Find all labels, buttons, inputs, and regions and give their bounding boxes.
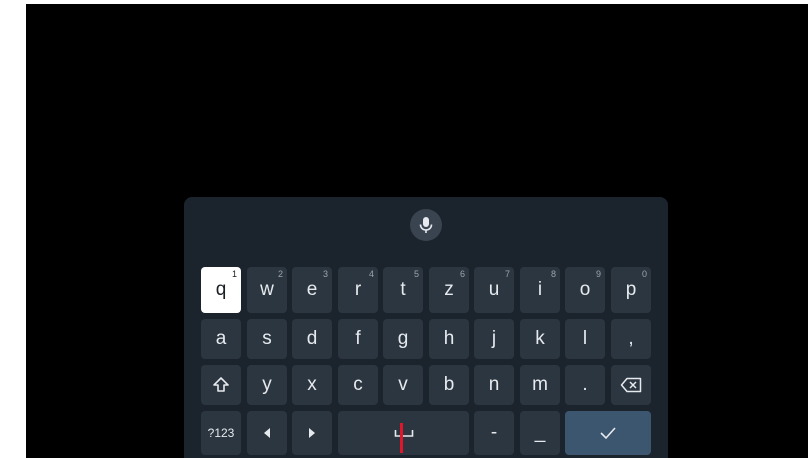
key-label: l: [582, 328, 588, 349]
checkmark-icon: [600, 427, 616, 440]
key-label: k: [535, 328, 545, 349]
key-label: t: [400, 279, 406, 300]
key-label: c: [353, 374, 363, 395]
key-enter[interactable]: [565, 411, 651, 455]
key-b[interactable]: b: [429, 365, 469, 405]
key-c[interactable]: c: [338, 365, 378, 405]
key-label: v: [398, 374, 408, 395]
key-q[interactable]: q 1: [201, 267, 241, 313]
key-hint: 4: [368, 269, 374, 279]
key-label: b: [443, 374, 455, 395]
key-y[interactable]: y: [247, 365, 287, 405]
key-m[interactable]: m: [520, 365, 560, 405]
key-label: j: [491, 328, 497, 349]
key-hint: 5: [413, 269, 419, 279]
key-comma[interactable]: ,: [611, 319, 651, 359]
key-h[interactable]: h: [429, 319, 469, 359]
key-label: a: [215, 328, 227, 349]
key-label: ,: [628, 328, 634, 349]
key-hint: 3: [322, 269, 328, 279]
key-label: y: [262, 374, 272, 395]
key-underscore[interactable]: _: [520, 411, 560, 455]
key-t[interactable]: t 5: [383, 267, 423, 313]
key-dash[interactable]: -: [474, 411, 514, 455]
key-u[interactable]: u 7: [474, 267, 514, 313]
key-k[interactable]: k: [520, 319, 560, 359]
key-z[interactable]: z 6: [429, 267, 469, 313]
key-cursor-right[interactable]: [292, 411, 332, 455]
key-l[interactable]: l: [565, 319, 605, 359]
key-label: p: [625, 279, 637, 300]
key-label: -: [490, 422, 498, 443]
key-label: g: [397, 328, 409, 349]
space-icon: [394, 430, 413, 437]
key-f[interactable]: f: [338, 319, 378, 359]
tv-screen: q 1 w 2 e 3 r 4 t 5 z 6 u 7 i 8 o 9 p 0 …: [26, 4, 808, 458]
text-cursor-indicator: [400, 423, 403, 453]
key-label: x: [307, 374, 317, 395]
key-label: m: [532, 374, 548, 395]
key-label: o: [579, 279, 591, 300]
key-label: _: [534, 422, 546, 443]
key-shift[interactable]: [201, 365, 241, 405]
arrow-left-icon: [264, 428, 270, 438]
key-hint: 9: [595, 269, 601, 279]
key-label: r: [354, 279, 362, 300]
key-label: f: [355, 328, 361, 349]
key-p[interactable]: p 0: [611, 267, 651, 313]
key-x[interactable]: x: [292, 365, 332, 405]
key-label: n: [488, 374, 500, 395]
key-e[interactable]: e 3: [292, 267, 332, 313]
key-label: s: [262, 328, 272, 349]
key-o[interactable]: o 9: [565, 267, 605, 313]
key-s[interactable]: s: [247, 319, 287, 359]
microphone-icon: [419, 217, 433, 233]
key-w[interactable]: w 2: [247, 267, 287, 313]
key-label: .: [582, 374, 588, 395]
key-label: w: [260, 279, 274, 300]
key-hint: 2: [277, 269, 283, 279]
key-label: i: [537, 279, 543, 300]
key-label: ?123: [207, 426, 235, 440]
key-label: u: [488, 279, 500, 300]
key-j[interactable]: j: [474, 319, 514, 359]
key-r[interactable]: r 4: [338, 267, 378, 313]
backspace-icon: [620, 377, 642, 393]
key-d[interactable]: d: [292, 319, 332, 359]
key-label: d: [306, 328, 318, 349]
key-label: z: [444, 279, 454, 300]
key-backspace[interactable]: [611, 365, 651, 405]
key-hint: 7: [504, 269, 510, 279]
key-hint: 8: [550, 269, 556, 279]
key-i[interactable]: i 8: [520, 267, 560, 313]
key-hint: 6: [459, 269, 465, 279]
key-label: e: [306, 279, 318, 300]
on-screen-keyboard: q 1 w 2 e 3 r 4 t 5 z 6 u 7 i 8 o 9 p 0 …: [184, 197, 668, 458]
key-hint: 0: [641, 269, 647, 279]
key-label: h: [443, 328, 455, 349]
key-symbols[interactable]: ?123: [201, 411, 241, 455]
arrow-right-icon: [309, 428, 315, 438]
key-hint: 1: [231, 269, 237, 279]
key-v[interactable]: v: [383, 365, 423, 405]
key-cursor-left[interactable]: [247, 411, 287, 455]
shift-icon: [213, 377, 229, 392]
key-space[interactable]: [338, 411, 469, 455]
key-period[interactable]: .: [565, 365, 605, 405]
key-n[interactable]: n: [474, 365, 514, 405]
key-label: q: [215, 279, 227, 300]
voice-search-button[interactable]: [410, 209, 442, 241]
key-g[interactable]: g: [383, 319, 423, 359]
key-a[interactable]: a: [201, 319, 241, 359]
